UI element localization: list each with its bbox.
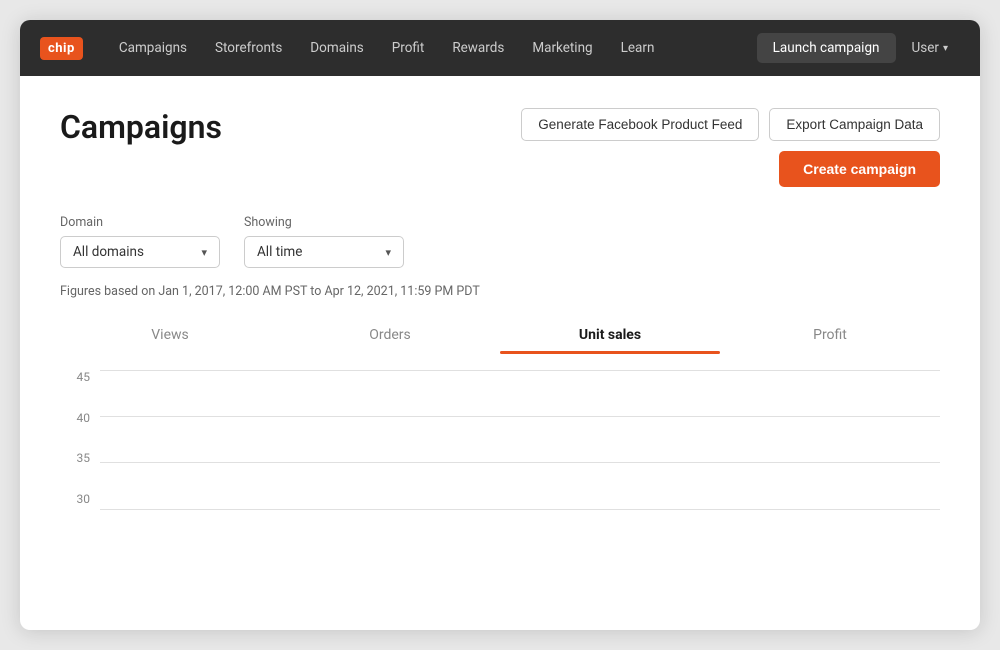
chart-tab-orders[interactable]: Orders bbox=[280, 327, 500, 351]
launch-campaign-button[interactable]: Launch campaign bbox=[757, 33, 896, 63]
nav-item-profit[interactable]: Profit bbox=[380, 34, 437, 62]
chart-area: 45 40 35 30 bbox=[60, 370, 940, 510]
showing-select-value: All time bbox=[257, 244, 302, 260]
nav-item-campaigns[interactable]: Campaigns bbox=[107, 34, 199, 62]
navbar: chip Campaigns Storefronts Domains Profi… bbox=[20, 20, 980, 76]
nav-item-storefronts[interactable]: Storefronts bbox=[203, 34, 294, 62]
page-title: Campaigns bbox=[60, 108, 222, 146]
showing-filter-label: Showing bbox=[244, 215, 404, 230]
domain-filter-group: Domain All domains ▾ bbox=[60, 215, 220, 268]
domain-select-value: All domains bbox=[73, 244, 144, 260]
header-buttons-row: Generate Facebook Product Feed Export Ca… bbox=[521, 108, 940, 141]
date-range-text: Figures based on Jan 1, 2017, 12:00 AM P… bbox=[60, 284, 940, 299]
user-menu-caret-icon: ▾ bbox=[943, 43, 948, 54]
logo[interactable]: chip bbox=[40, 37, 83, 60]
page-header: Campaigns Generate Facebook Product Feed… bbox=[60, 108, 940, 187]
export-campaign-data-button[interactable]: Export Campaign Data bbox=[769, 108, 940, 141]
domain-select[interactable]: All domains ▾ bbox=[60, 236, 220, 268]
underline-profit bbox=[720, 351, 940, 354]
underline-views bbox=[60, 351, 280, 354]
chart-grid-line-3 bbox=[100, 462, 940, 463]
main-content: Campaigns Generate Facebook Product Feed… bbox=[20, 76, 980, 630]
generate-facebook-feed-button[interactable]: Generate Facebook Product Feed bbox=[521, 108, 759, 141]
chart-grid-line-2 bbox=[100, 416, 940, 417]
chart-grid-line-4 bbox=[100, 509, 940, 510]
user-menu[interactable]: User ▾ bbox=[900, 34, 961, 62]
nav-item-learn[interactable]: Learn bbox=[609, 34, 667, 62]
chart-grid bbox=[100, 370, 940, 510]
chart-tabs: Views Orders Unit sales Profit bbox=[60, 327, 940, 351]
domain-filter-label: Domain bbox=[60, 215, 220, 230]
nav-item-marketing[interactable]: Marketing bbox=[520, 34, 604, 62]
chart-y-label-30: 30 bbox=[60, 492, 90, 506]
domain-select-caret-icon: ▾ bbox=[201, 246, 207, 259]
chart-y-labels: 45 40 35 30 bbox=[60, 370, 90, 510]
showing-select-caret-icon: ▾ bbox=[385, 246, 391, 259]
nav-item-domains[interactable]: Domains bbox=[298, 34, 375, 62]
create-campaign-button[interactable]: Create campaign bbox=[779, 151, 940, 187]
showing-filter-group: Showing All time ▾ bbox=[244, 215, 404, 268]
chart-tab-underlines bbox=[60, 351, 940, 354]
underline-orders bbox=[280, 351, 500, 354]
showing-select[interactable]: All time ▾ bbox=[244, 236, 404, 268]
chart-tab-views[interactable]: Views bbox=[60, 327, 280, 351]
chart-tab-unit-sales[interactable]: Unit sales bbox=[500, 327, 720, 351]
chart-grid-line-1 bbox=[100, 370, 940, 371]
filters-row: Domain All domains ▾ Showing All time ▾ bbox=[60, 215, 940, 268]
chart-y-label-40: 40 bbox=[60, 411, 90, 425]
chart-y-label-35: 35 bbox=[60, 451, 90, 465]
underline-unit-sales bbox=[500, 351, 720, 354]
header-actions: Generate Facebook Product Feed Export Ca… bbox=[521, 108, 940, 187]
chart-y-label-45: 45 bbox=[60, 370, 90, 384]
nav-item-rewards[interactable]: Rewards bbox=[440, 34, 516, 62]
chart-tab-profit[interactable]: Profit bbox=[720, 327, 940, 351]
nav-items: Campaigns Storefronts Domains Profit Rew… bbox=[107, 33, 960, 63]
